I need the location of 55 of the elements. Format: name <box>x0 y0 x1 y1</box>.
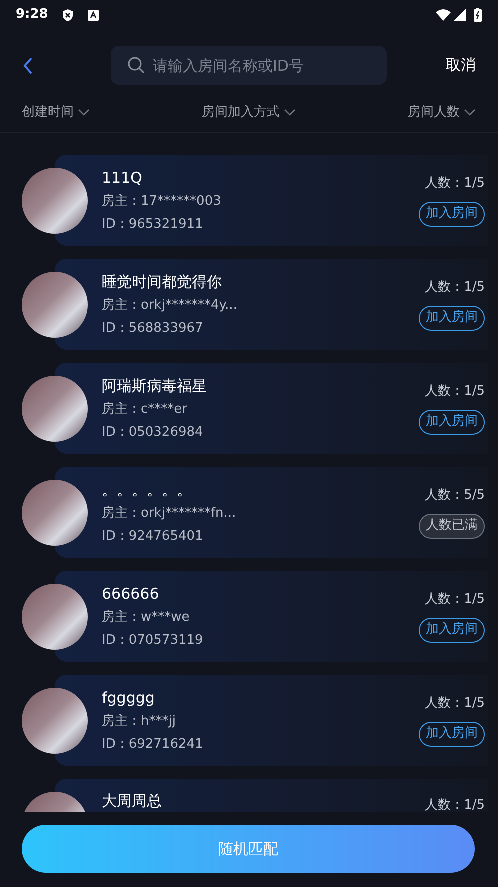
join-room-button[interactable]: 加入房间 <box>419 202 485 226</box>
room-card[interactable]: 阿瑞斯病毒福星 房主：c****er ID：050326984 人数：1/5 加入房间 <box>55 363 488 454</box>
room-owner: 房主：orkj*******fn... <box>102 504 238 522</box>
room-card[interactable]: 大周周总 人数：1/5 <box>55 779 488 812</box>
join-room-button[interactable]: 加入房间 <box>419 722 485 746</box>
room-card[interactable]: fggggg 房主：h***jj ID：692716241 人数：1/5 加入房间 <box>55 675 488 766</box>
join-room-button[interactable]: 加入房间 <box>419 306 485 330</box>
back-icon <box>23 56 33 74</box>
search-field[interactable]: 请输入房间名称或ID号 <box>111 46 387 85</box>
room-card[interactable]: 睡觉时间都觉得你 房主：orkj*******4y... ID：568833967 人数：1/5 加入房间 <box>55 259 488 350</box>
room-owner: 房主：orkj*******4y... <box>102 296 238 314</box>
member-count: 人数：1/5 <box>425 174 485 192</box>
room-name: fggggg <box>102 688 156 708</box>
room-name: 666666 <box>102 584 160 604</box>
room-owner: 房主：h***jj <box>102 712 177 730</box>
status-time: 9:28 <box>16 6 48 24</box>
room-owner: 房主：w***we <box>102 608 191 626</box>
chevron-down-icon <box>284 108 296 116</box>
shield-icon <box>62 8 74 22</box>
cancel-button[interactable]: 取消 <box>446 54 476 77</box>
search-icon <box>128 57 145 74</box>
signal-icon <box>454 9 466 21</box>
room-full-button[interactable]: 人数已满 <box>419 514 485 538</box>
wifi-icon <box>436 9 451 21</box>
filter-dropdown[interactable]: 创建时间 <box>22 102 90 122</box>
room-id: ID：050326984 <box>102 424 204 442</box>
member-count: 人数：1/5 <box>425 382 485 400</box>
room-name: 大周周总 <box>102 791 163 811</box>
member-count: 人数：1/5 <box>425 278 485 296</box>
room-name: 睡觉时间都觉得你 <box>102 272 223 292</box>
chevron-down-icon <box>464 108 476 116</box>
room-name: 。。。。。。 <box>102 480 193 500</box>
member-count: 人数：1/5 <box>425 694 485 712</box>
member-count: 人数：1/5 <box>425 590 485 608</box>
room-name: 阿瑞斯病毒福星 <box>102 376 208 396</box>
chevron-down-icon <box>78 108 90 116</box>
room-owner: 房主：17******003 <box>102 192 222 210</box>
room-id: ID：924765401 <box>102 528 204 546</box>
battery-icon <box>474 8 482 22</box>
keyboard-icon <box>88 10 100 20</box>
room-id: ID：070573119 <box>102 632 204 650</box>
member-count: 人数：1/5 <box>425 797 485 812</box>
room-name: 111Q <box>102 168 144 188</box>
room-card[interactable]: 111Q 房主：17******003 ID：965321911 人数：1/5 加入房间 <box>55 155 488 246</box>
member-count: 人数：5/5 <box>425 486 485 504</box>
room-id: ID：568833967 <box>102 320 204 338</box>
room-id: ID：692716241 <box>102 736 204 754</box>
room-id: ID：965321911 <box>102 216 204 234</box>
join-room-button[interactable]: 加入房间 <box>419 618 485 642</box>
room-card[interactable]: 666666 房主：w***we ID：070573119 人数：1/5 加入房间 <box>55 571 488 662</box>
join-room-button[interactable]: 加入房间 <box>419 410 485 434</box>
filter-dropdown[interactable]: 房间加入方式 <box>202 102 296 122</box>
filter-dropdown[interactable]: 房间人数 <box>408 102 476 122</box>
room-owner: 房主：c****er <box>102 400 188 418</box>
room-card[interactable]: 。。。。。。 房主：orkj*******fn... ID：924765401 人数：5/5 人数已满 <box>55 467 488 558</box>
